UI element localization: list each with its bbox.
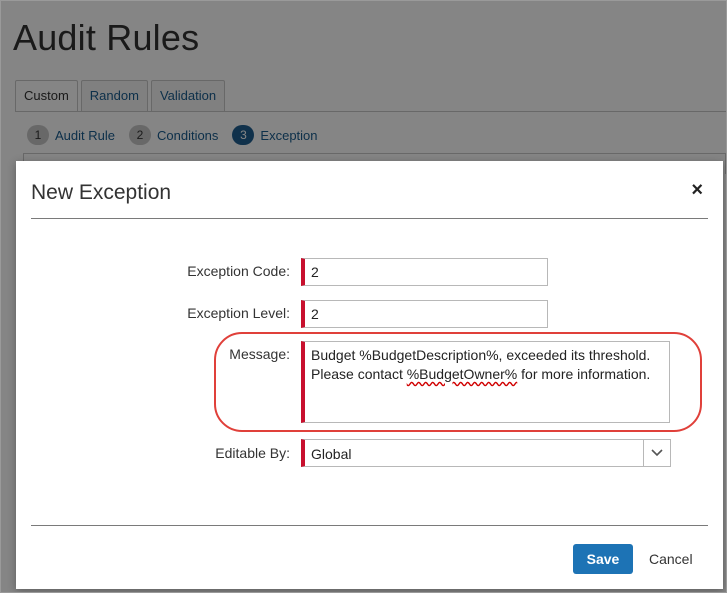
app-frame: Audit Rules Custom Random Validation 1 A…: [0, 0, 727, 593]
chevron-down-icon[interactable]: [643, 440, 670, 466]
exception-code-input[interactable]: 2: [301, 258, 548, 286]
message-line-1: Budget %BudgetDescription%, exceeded its…: [311, 347, 651, 363]
message-text: for more information.: [517, 366, 651, 382]
editable-by-label: Editable By:: [215, 445, 290, 461]
new-exception-dialog: New Exception × Exception Code: 2 Except…: [16, 161, 723, 589]
message-text: Please contact: [311, 366, 407, 382]
exception-level-label: Exception Level:: [187, 305, 290, 321]
message-label: Message:: [229, 346, 290, 362]
save-button[interactable]: Save: [573, 544, 633, 574]
cancel-button[interactable]: Cancel: [649, 544, 693, 574]
editable-by-select[interactable]: Global: [301, 439, 671, 467]
message-line-2: Please contact %BudgetOwner% for more in…: [311, 366, 650, 382]
spellcheck-word: %BudgetOwner%: [406, 366, 518, 382]
exception-level-input[interactable]: 2: [301, 300, 548, 328]
close-icon[interactable]: ×: [691, 179, 703, 201]
select-value: Global: [311, 446, 352, 462]
footer-divider: [31, 525, 708, 526]
dialog-title: New Exception: [31, 181, 172, 204]
message-textarea[interactable]: Budget %BudgetDescription%, exceeded its…: [301, 341, 670, 423]
header-divider: [31, 218, 708, 219]
exception-code-label: Exception Code:: [187, 263, 290, 279]
